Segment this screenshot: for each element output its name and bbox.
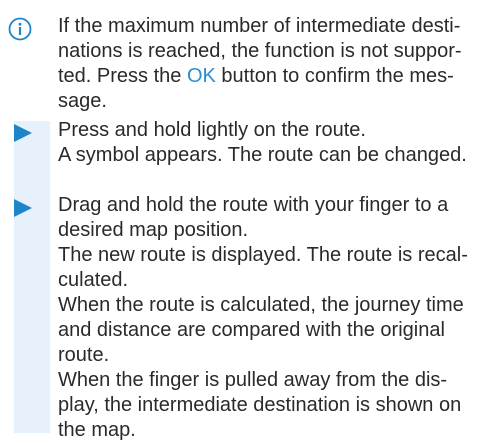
- manual-page: If the maximum number of intermediate de…: [0, 0, 481, 441]
- step-2-instruction: Drag and hold the route with your finger…: [58, 194, 449, 241]
- triangle-right-icon: [14, 199, 32, 217]
- step-1-instruction: Press and hold lightly on the route.: [58, 119, 366, 141]
- info-icon: [8, 17, 32, 41]
- note-paragraph-1: When the route is calculated, the journe…: [58, 294, 464, 366]
- step-band: [14, 121, 50, 433]
- step-2-result: The new route is displayed. The route is…: [58, 244, 468, 291]
- step-1-result: A symbol appears. The route can be chang…: [58, 144, 467, 166]
- ok-button-reference: OK: [186, 65, 216, 87]
- info-note-text: If the maximum number of intermediate de…: [58, 14, 478, 114]
- triangle-right-icon: [14, 124, 32, 142]
- note-paragraph-2: When the finger is pulled away from the …: [58, 369, 462, 441]
